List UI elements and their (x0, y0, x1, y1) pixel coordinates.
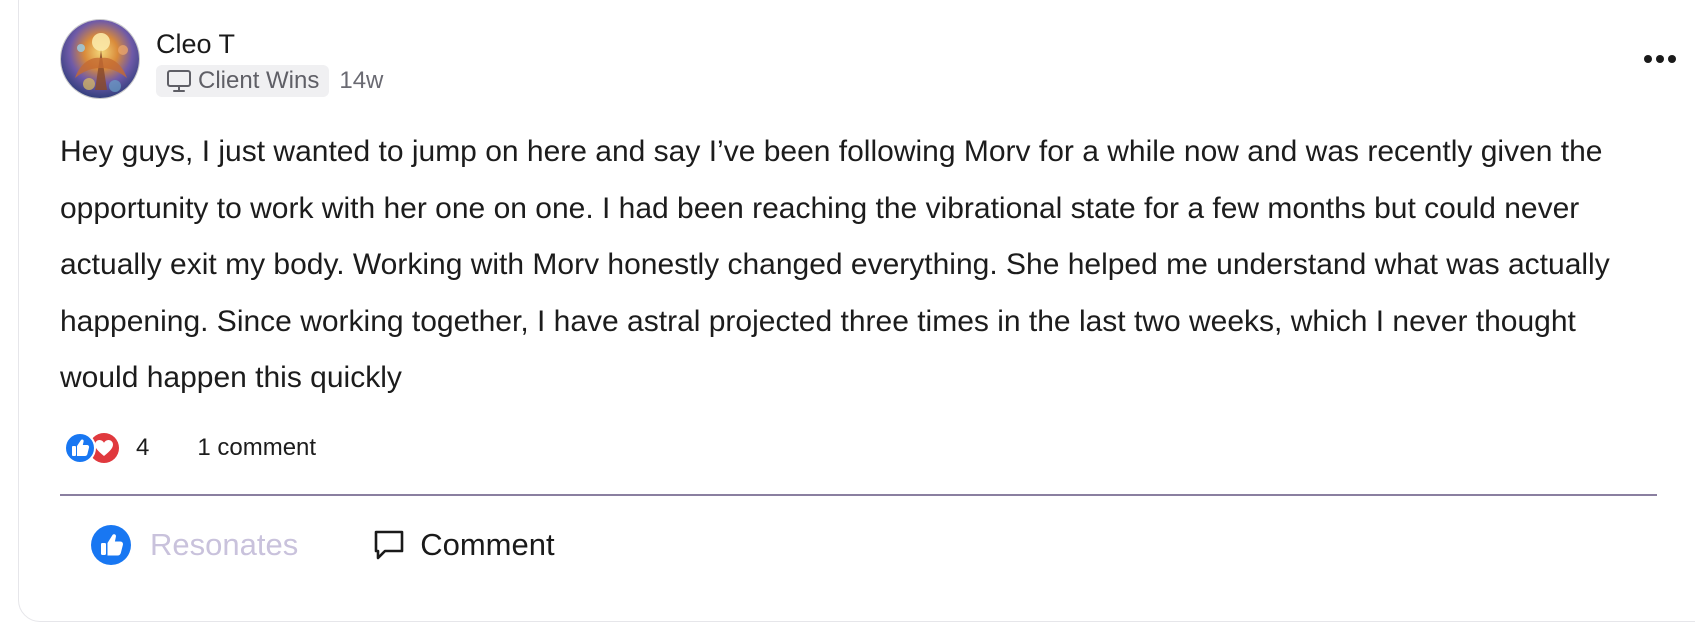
more-horizontal-icon (1644, 55, 1676, 63)
post-age: 14w (339, 67, 384, 94)
comment-bubble-icon (374, 530, 404, 560)
avatar[interactable] (60, 19, 140, 99)
comment-button[interactable]: Comment (372, 520, 555, 570)
monitor-icon (167, 70, 191, 92)
thumbs-up-icon (64, 432, 96, 464)
post-header: Cleo T Client Wins 14w (60, 19, 1676, 99)
resonates-thumbs-up-icon (91, 525, 131, 565)
category-label: Client Wins (198, 67, 320, 94)
avatar-image (61, 20, 139, 98)
author-name[interactable]: Cleo T (156, 29, 235, 59)
comment-label: Comment (420, 527, 555, 562)
comment-count[interactable]: 1 comment (197, 428, 316, 468)
reaction-count[interactable]: 4 (136, 428, 149, 468)
resonates-button[interactable]: Resonates (90, 520, 298, 570)
post: Cleo T Client Wins 14w Hey guys, I just … (60, 0, 1676, 588)
post-body: Hey guys, I just wanted to jump on here … (60, 135, 1610, 394)
more-options-button[interactable] (1638, 47, 1682, 71)
post-actions: Resonates Comment (90, 520, 555, 570)
reaction-icons[interactable] (64, 430, 124, 466)
category-chip[interactable]: Client Wins (156, 65, 330, 97)
post-stats: 4 1 comment (64, 428, 316, 468)
post-meta: Client Wins 14w (156, 65, 383, 97)
divider (60, 494, 1657, 496)
resonates-label: Resonates (150, 527, 299, 562)
